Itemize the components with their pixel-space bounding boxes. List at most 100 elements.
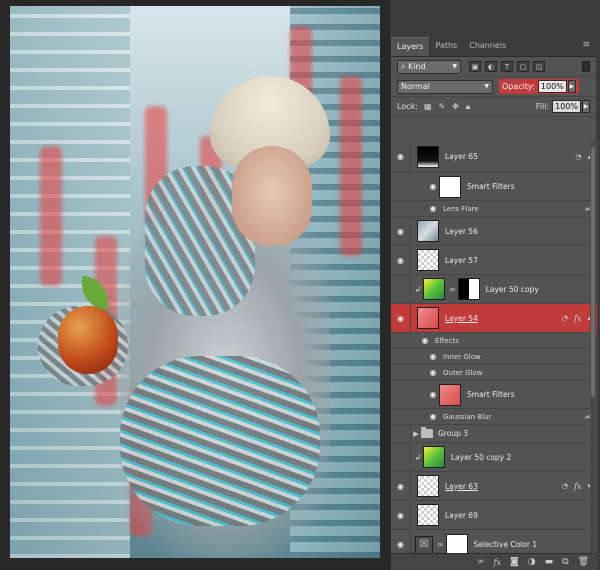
layer-row[interactable]: ↲ ∞ Layer 50 copy	[391, 275, 597, 304]
tab-layers[interactable]: Layers	[391, 37, 430, 56]
panel-menu-icon[interactable]: ≡	[576, 37, 596, 56]
smart-filters-row[interactable]: ◉ Smart Filters	[391, 381, 597, 409]
filter-mask-thumbnail	[439, 175, 461, 198]
visibility-eye-icon[interactable]: ◉	[427, 381, 439, 408]
visibility-eye-icon[interactable]: ◉	[427, 365, 439, 380]
scrollbar-thumb[interactable]	[591, 147, 595, 397]
filter-kind-label: Kind	[408, 61, 426, 71]
visibility-eye-icon[interactable]	[391, 275, 411, 303]
smart-filters-label: Smart Filters	[467, 182, 515, 191]
visibility-eye-icon[interactable]	[391, 425, 411, 442]
effect-row[interactable]: ◉ Outer Glow	[391, 365, 597, 381]
group-row[interactable]: ▶ Group 3	[391, 425, 597, 443]
visibility-eye-icon[interactable]: ◉	[419, 333, 431, 348]
effect-row[interactable]: ◉ Inner Glow	[391, 349, 597, 365]
new-layer-icon[interactable]: ⧉	[562, 557, 568, 567]
layer-thumbnail	[417, 249, 439, 271]
filter-kind-select[interactable]: ⌕ Kind ▼	[397, 59, 461, 74]
filter-row[interactable]: ◉ Gaussian Blur ⇌	[391, 409, 597, 425]
layer-thumbnail	[417, 504, 439, 526]
lock-fill-row: Lock: ▦ ✎ ✥ 🔒︎ Fill: 100% ▶	[391, 97, 596, 117]
smart-filters-label: Smart Filters	[467, 390, 515, 399]
panel-header-area	[390, 0, 600, 37]
smart-object-filter-icon[interactable]: ◫	[533, 61, 545, 72]
opacity-slider-toggle[interactable]: ▶	[567, 80, 576, 93]
lock-transparency-icon[interactable]: ▦	[424, 102, 432, 112]
layer-row[interactable]: ◉ Layer 57	[391, 246, 597, 275]
smart-object-icon: ◔	[561, 314, 568, 322]
filter-mask-thumbnail	[439, 383, 461, 406]
layer-row[interactable]: ◉ Layer 69	[391, 501, 597, 530]
link-layers-icon[interactable]: ∞	[477, 557, 485, 567]
effects-label: Effects	[435, 336, 459, 345]
lock-position-icon[interactable]: ✥	[452, 102, 459, 112]
visibility-eye-icon[interactable]: ◉	[391, 472, 411, 500]
lock-all-icon[interactable]: 🔒︎	[466, 102, 470, 112]
visibility-eye-icon[interactable]	[391, 173, 411, 200]
smart-filters-row[interactable]: ◉ Smart Filters	[391, 173, 597, 201]
visibility-eye-icon[interactable]: ◉	[391, 530, 411, 553]
visibility-eye-icon[interactable]: ◉	[427, 201, 439, 216]
filter-row[interactable]: ◉ Lens Flare ⇌	[391, 201, 597, 217]
tab-channels[interactable]: Channels	[463, 37, 512, 56]
visibility-eye-icon[interactable]: ◉	[391, 304, 411, 332]
add-mask-icon[interactable]: ◙	[510, 557, 519, 567]
fill-input[interactable]: 100%	[552, 100, 581, 113]
layer-name: Layer 63	[445, 481, 478, 491]
link-icon[interactable]: ∞	[437, 540, 444, 549]
effects-row[interactable]: ◉ Effects	[391, 333, 597, 349]
clipping-mask-icon: ↲	[414, 284, 422, 294]
layer-filter-row: ⌕ Kind ▼ ▣ ◐ T ▢ ◫	[391, 57, 596, 77]
layer-row-selected[interactable]: ◉ Layer 54 ◔ fx ▴	[391, 304, 597, 333]
layers-scrollbar[interactable]	[590, 141, 596, 553]
panel-tabs: Layers Paths Channels ≡	[391, 37, 596, 57]
layer-mask-thumbnail	[445, 533, 468, 553]
layer-name: Layer 69	[445, 510, 478, 520]
layers-list: ◉ Layer 65 ◔ ▴ ◉ Smart Filters ◉ Lens Fl…	[391, 141, 597, 553]
shape-filter-icon[interactable]: ▢	[517, 61, 529, 72]
blend-opacity-row: Normal ▼ Opacity: 100% ▶	[391, 77, 596, 97]
opacity-input[interactable]: 100%	[537, 80, 567, 93]
filter-toggle[interactable]	[582, 61, 590, 72]
blend-mode-select[interactable]: Normal ▼	[397, 79, 493, 94]
layer-row[interactable]: ◉ Layer 56	[391, 217, 597, 246]
layer-thumbnail	[417, 475, 439, 497]
trash-icon[interactable]: 🗑︎	[578, 557, 589, 567]
chevron-down-icon: ▼	[484, 83, 489, 90]
adjustment-filter-icon[interactable]: ◐	[485, 61, 497, 72]
layers-panel: Layers Paths Channels ≡ ⌕ Kind ▼ ▣ ◐ T ▢…	[390, 37, 597, 570]
new-adjustment-layer-icon[interactable]: ◑	[528, 557, 536, 567]
document-canvas-area[interactable]	[0, 0, 390, 570]
layer-badges: ◔ ▴	[575, 153, 591, 161]
fill-slider-toggle[interactable]: ▶	[582, 100, 590, 113]
chevron-right-icon[interactable]: ▶	[411, 430, 421, 438]
layer-row[interactable]: ◉ Layer 63 ◔ fx ▾	[391, 472, 597, 501]
tab-paths[interactable]: Paths	[429, 37, 463, 56]
visibility-eye-icon[interactable]: ◉	[427, 409, 439, 424]
layer-row[interactable]: ↲ Layer 50 copy 2	[391, 443, 597, 472]
smart-object-icon: ◔	[575, 152, 582, 161]
fx-icon[interactable]: fx	[574, 482, 581, 491]
visibility-eye-icon[interactable]: ◉	[391, 246, 411, 274]
adjustment-icon: ☒	[415, 535, 433, 553]
visibility-eye-icon[interactable]: ◉	[391, 501, 411, 529]
fx-icon[interactable]: fx	[574, 314, 581, 323]
visibility-eye-icon[interactable]: ◉	[427, 349, 439, 364]
artwork-image[interactable]	[10, 6, 380, 558]
visibility-eye-icon[interactable]: ◉	[391, 217, 411, 245]
new-group-icon[interactable]: ▬	[545, 557, 554, 567]
link-icon[interactable]: ∞	[449, 285, 456, 294]
visibility-eye-icon[interactable]: ◉	[391, 141, 411, 172]
red-light-streak	[40, 146, 62, 286]
visibility-eye-icon[interactable]: ◉	[427, 173, 439, 200]
visibility-eye-icon[interactable]	[391, 443, 411, 471]
pixel-filter-icon[interactable]: ▣	[469, 61, 481, 72]
lock-pixels-icon[interactable]: ✎	[439, 102, 446, 112]
add-layer-style-icon[interactable]: fx	[494, 558, 501, 567]
effect-name: Outer Glow	[443, 368, 483, 377]
opacity-label: Opacity:	[502, 82, 535, 91]
type-filter-icon[interactable]: T	[501, 61, 513, 72]
layer-row[interactable]: ◉ ☒ ∞ Selective Color 1	[391, 530, 597, 553]
layer-row[interactable]: ◉ Layer 65 ◔ ▴	[391, 141, 597, 173]
fill-control: Fill: 100% ▶	[536, 100, 590, 113]
